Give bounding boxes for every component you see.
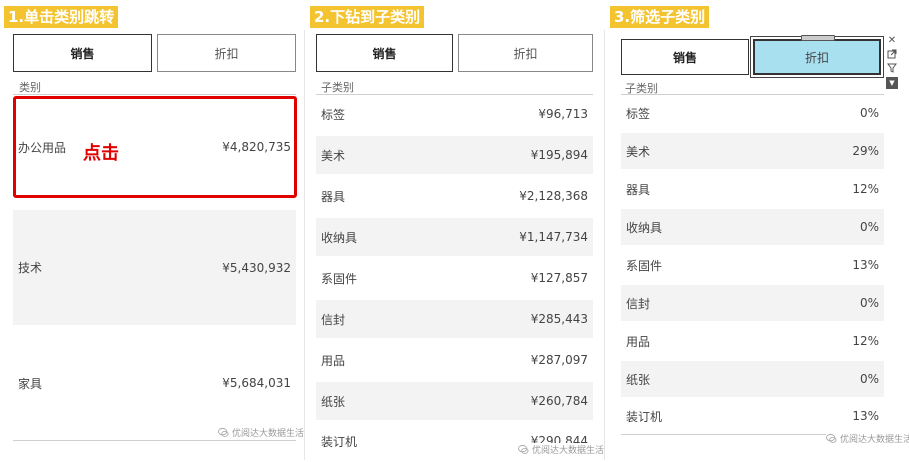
row-value: ¥5,684,031 <box>222 376 291 390</box>
table-row[interactable]: 用品 ¥287,097 <box>316 341 593 379</box>
table-row[interactable]: 器具 ¥2,128,368 <box>316 177 593 215</box>
watermark-text: 优阅达大数据生活 <box>840 435 909 445</box>
table-row[interactable]: 系固件 13% <box>621 247 884 283</box>
table-bottom-line <box>13 440 296 441</box>
table-row[interactable]: 美术 ¥195,894 <box>316 136 593 174</box>
row-value: ¥96,713 <box>538 107 588 121</box>
table-row[interactable]: 标签 ¥96,713 <box>316 95 593 133</box>
open-external-icon[interactable] <box>886 49 898 61</box>
close-icon[interactable]: ✕ <box>886 35 898 47</box>
table-row[interactable]: 收纳具 ¥1,147,734 <box>316 218 593 256</box>
table-row[interactable]: 纸张 ¥260,784 <box>316 382 593 420</box>
row-value: 13% <box>852 258 879 272</box>
sales-button[interactable]: 销售 <box>316 34 453 72</box>
row-value: ¥5,430,932 <box>222 260 291 275</box>
watermark: 优阅达大数据生活 <box>518 443 605 456</box>
click-highlight-box <box>13 96 297 198</box>
row-label: 信封 <box>626 296 651 311</box>
table-row[interactable]: 信封 ¥285,443 <box>316 300 593 338</box>
row-label: 标签 <box>626 106 651 121</box>
row-label: 器具 <box>626 182 651 197</box>
row-value: ¥2,128,368 <box>519 189 588 203</box>
click-annotation: 点击 <box>83 143 119 164</box>
wechat-icon <box>218 427 229 437</box>
row-value: 0% <box>859 106 879 120</box>
wechat-icon <box>826 433 837 443</box>
row-value: ¥287,097 <box>530 353 588 367</box>
row-label: 系固件 <box>626 258 663 273</box>
row-label: 装订机 <box>321 434 358 449</box>
row-value: 13% <box>852 409 879 423</box>
table-row[interactable]: 收纳具 0% <box>621 209 884 245</box>
discount-button[interactable]: 折扣 <box>157 34 296 72</box>
row-value: ¥285,443 <box>530 312 588 326</box>
table-row[interactable]: 用品 12% <box>621 323 884 359</box>
row-label: 家具 <box>18 376 43 391</box>
row-value: 0% <box>859 220 879 234</box>
row-value: 0% <box>859 372 879 386</box>
table-row[interactable]: 信封 0% <box>621 285 884 321</box>
watermark-text: 优阅达大数据生活 <box>232 429 305 439</box>
table-row[interactable]: 标签 0% <box>621 95 884 131</box>
row-value: ¥1,147,734 <box>519 230 588 244</box>
filter-icon[interactable] <box>886 63 898 75</box>
row-value: 29% <box>852 144 879 158</box>
row-label: 美术 <box>626 144 651 159</box>
watermark-text: 优阅达大数据生活 <box>532 446 605 456</box>
panel-divider <box>604 30 605 460</box>
category-header: 类别 <box>19 81 41 94</box>
row-label: 技术 <box>18 261 43 275</box>
sales-button[interactable]: 销售 <box>13 34 152 72</box>
row-value: 12% <box>852 182 879 196</box>
row-label: 系固件 <box>321 271 358 286</box>
table-row[interactable]: 系固件 ¥127,857 <box>316 259 593 297</box>
step-2-title: 2.下钻到子类别 <box>310 6 425 28</box>
table-row[interactable]: 技术 ¥5,430,932 <box>13 210 296 325</box>
row-value: ¥195,894 <box>530 148 588 162</box>
row-label: 器具 <box>321 189 346 204</box>
table-row[interactable]: 装订机 13% <box>621 399 884 433</box>
table-row[interactable]: 家具 ¥5,684,031 <box>13 326 296 440</box>
row-label: 纸张 <box>626 372 651 387</box>
row-value: 0% <box>859 296 879 310</box>
row-label: 信封 <box>321 312 346 327</box>
selection-frame <box>750 36 884 78</box>
table-row[interactable]: 美术 29% <box>621 133 884 169</box>
toolbar: ✕ ▼ <box>885 35 899 89</box>
row-value: ¥260,784 <box>530 394 588 408</box>
row-value: 12% <box>852 334 879 348</box>
step-3-title: 3.筛选子类别 <box>610 6 710 28</box>
row-label: 收纳具 <box>626 220 663 235</box>
row-label: 标签 <box>321 107 346 122</box>
dropdown-icon[interactable]: ▼ <box>886 77 898 89</box>
row-value: ¥127,857 <box>530 271 588 285</box>
row-label: 收纳具 <box>321 230 358 245</box>
row-label: 美术 <box>321 148 346 163</box>
wechat-icon <box>518 444 529 454</box>
watermark: 优阅达大数据生活 <box>826 432 909 445</box>
table-row[interactable]: 纸张 0% <box>621 361 884 397</box>
row-label: 用品 <box>321 353 346 368</box>
row-label: 装订机 <box>626 409 663 424</box>
move-handle[interactable] <box>801 35 835 41</box>
step-1-title: 1.单击类别跳转 <box>4 6 119 28</box>
watermark: 优阅达大数据生活 <box>218 426 304 439</box>
row-label: 纸张 <box>321 394 346 409</box>
sales-button[interactable]: 销售 <box>621 39 749 75</box>
discount-button[interactable]: 折扣 <box>458 34 593 72</box>
panel-divider <box>304 30 305 460</box>
subcategory-header: 子类别 <box>321 81 354 94</box>
row-label: 用品 <box>626 334 651 349</box>
table-row[interactable]: 器具 12% <box>621 171 884 207</box>
